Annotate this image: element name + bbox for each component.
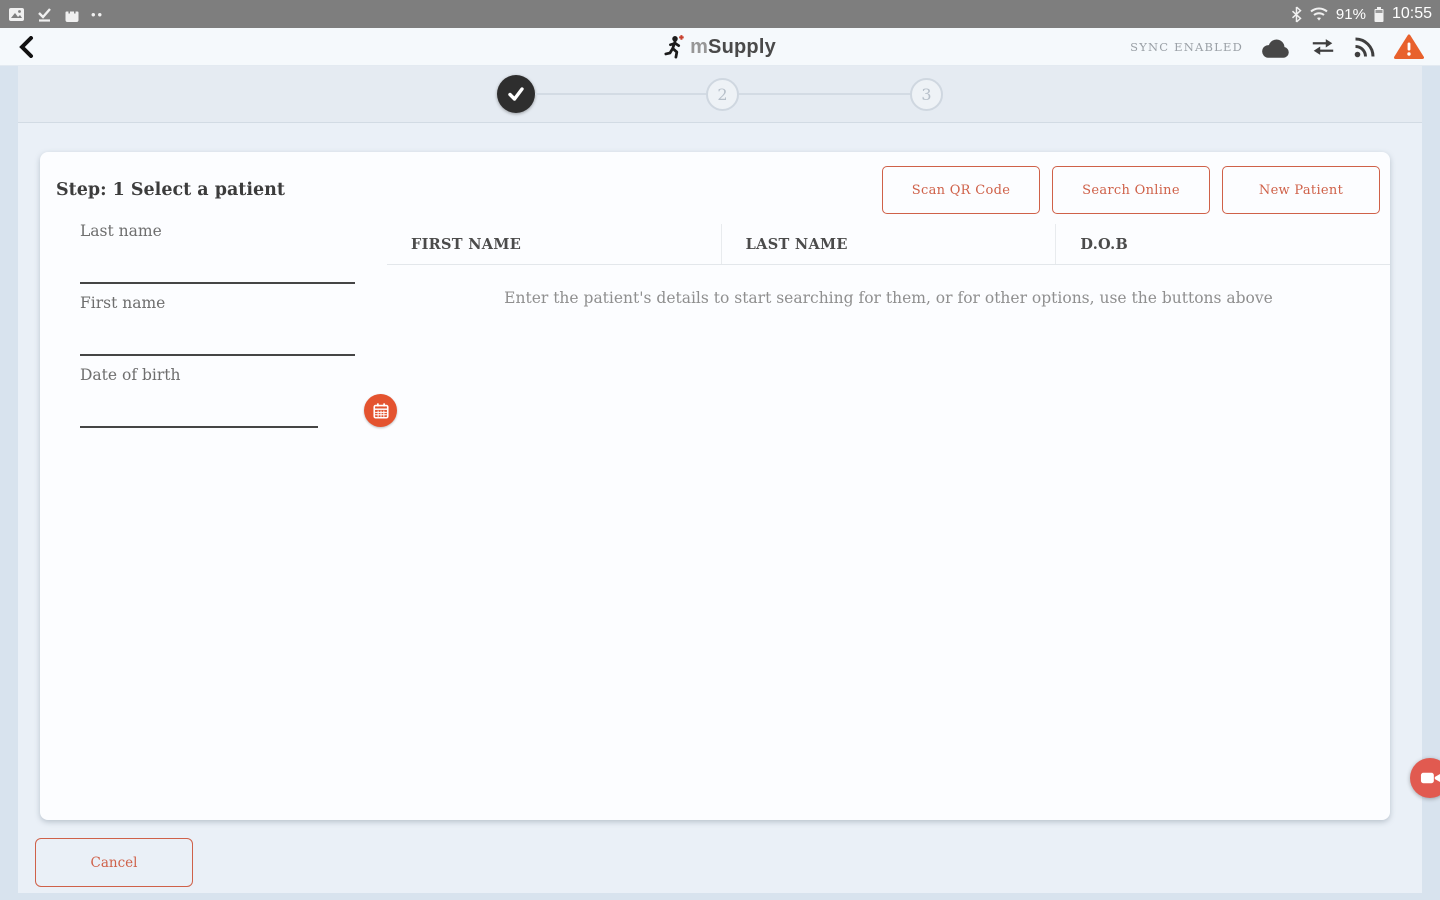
sync-status-label: SYNC ENABLED [1130,40,1243,54]
wifi-icon [1309,6,1329,22]
date-of-birth-input[interactable] [80,388,318,428]
bag-icon [64,6,80,23]
first-name-label: First name [80,294,355,316]
more-notifications-dots: •• [91,7,104,22]
step-3[interactable]: 3 [910,78,943,111]
wizard-stepper: 2 3 [18,66,1422,123]
gallery-icon [8,6,25,23]
cloud-icon [1260,35,1293,59]
battery-percent-label: 91% [1336,6,1366,23]
patient-results-table: FIRST NAME LAST NAME D.O.B Enter the pat… [387,224,1390,307]
calendar-picker-button[interactable] [364,394,397,427]
step-connector [739,93,910,95]
runner-logo-icon [664,34,686,61]
brand-prefix: m [690,36,708,58]
video-camera-icon [1420,769,1440,787]
select-patient-card: Step: 1 Select a patient Scan QR Code Se… [40,152,1390,820]
sync-arrows-icon[interactable] [1310,37,1336,57]
rss-icon[interactable] [1353,35,1377,59]
empty-results-message: Enter the patient's details to start sea… [387,289,1390,307]
page-background: 2 3 Step: 1 Select a patient Scan QR Cod… [0,66,1440,900]
app-header: mSupply SYNC ENABLED [0,28,1440,66]
step-2[interactable]: 2 [706,78,739,111]
patient-search-form: Last name First name Date of birth [80,222,355,438]
battery-icon [1373,6,1385,23]
step-1-complete[interactable] [497,75,535,113]
warning-icon[interactable] [1394,34,1424,60]
column-first-name: FIRST NAME [387,224,721,264]
last-name-label: Last name [80,222,355,244]
check-icon [506,85,526,103]
download-done-icon [36,6,53,23]
step-connector [535,93,706,95]
clock-label: 10:55 [1392,5,1432,23]
date-of-birth-label: Date of birth [80,366,355,388]
table-header-row: FIRST NAME LAST NAME D.O.B [387,224,1390,265]
android-status-bar: •• 91% 10:55 [0,0,1440,28]
last-name-input[interactable] [80,244,355,284]
brand-text: mSupply [690,36,776,59]
calendar-icon [372,402,390,420]
brand-suffix: Supply [708,36,776,58]
step-title: Step: 1 Select a patient [56,180,285,200]
search-online-button[interactable]: Search Online [1052,166,1210,214]
cancel-button[interactable]: Cancel [35,838,193,887]
bluetooth-icon [1291,6,1302,23]
column-last-name: LAST NAME [721,224,1056,264]
new-patient-button[interactable]: New Patient [1222,166,1380,214]
column-dob: D.O.B [1055,224,1390,264]
first-name-input[interactable] [80,316,355,356]
scan-qr-code-button[interactable]: Scan QR Code [882,166,1040,214]
content-panel: 2 3 Step: 1 Select a patient Scan QR Cod… [18,66,1422,893]
